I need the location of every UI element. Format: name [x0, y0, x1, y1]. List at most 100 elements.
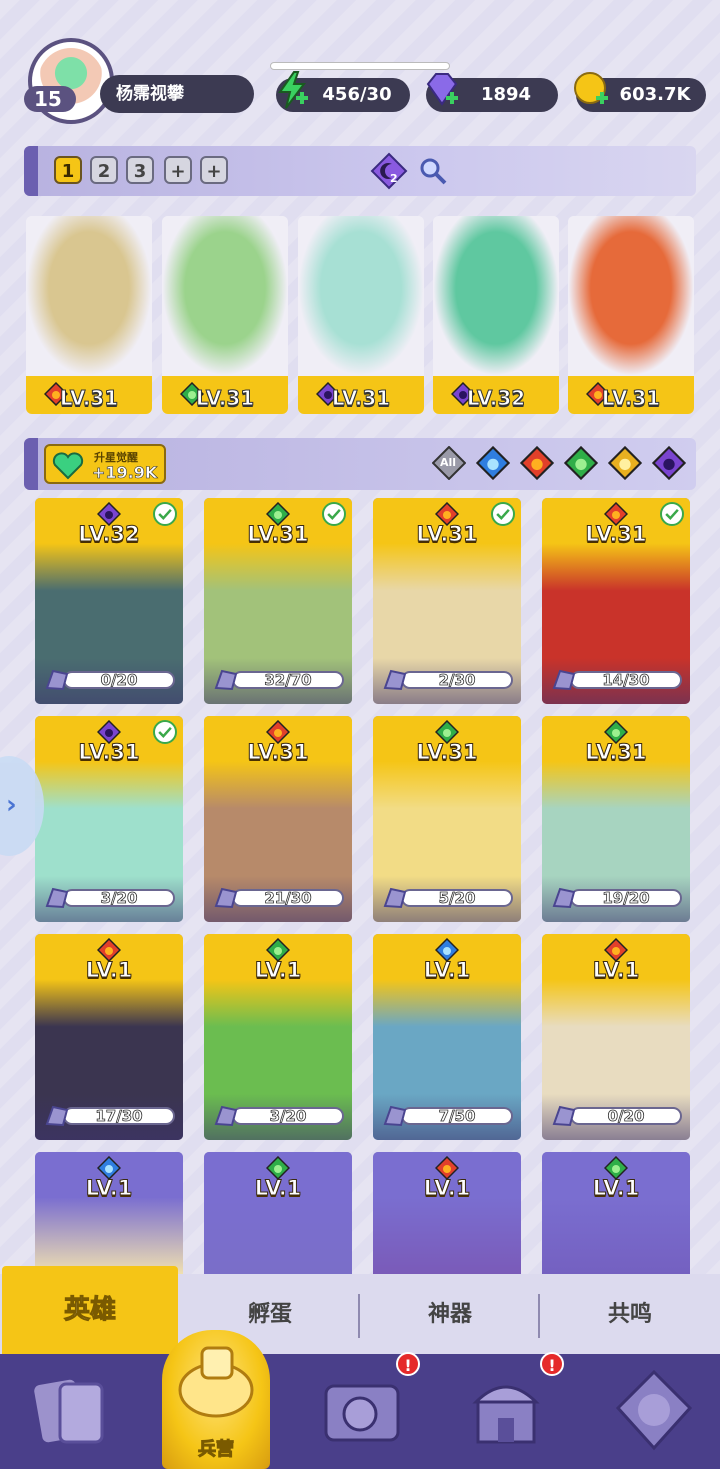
nav-barracks-label: 兵营 [198, 1439, 235, 1461]
light-element-icon [607, 445, 643, 481]
hero-level: LV.1 [423, 1176, 471, 1201]
filter-fire-button[interactable] [519, 445, 555, 481]
shard-progress: 3/20 [43, 886, 175, 910]
app-root: 15 杨霈视攀 456/30 1894 603.7K 1 2 3 + + 2 L… [0, 0, 720, 1469]
check-icon [496, 508, 510, 520]
shard-count: 32/70 [264, 671, 312, 690]
in-team-check-icon [153, 720, 177, 744]
filter-all-button[interactable]: All [431, 445, 467, 481]
tab-artifact[interactable]: 神器 [360, 1278, 540, 1352]
filter-nature-button[interactable] [563, 445, 599, 481]
team-tab-1[interactable]: 1 [54, 156, 82, 184]
nav-guild-button[interactable] [604, 1362, 704, 1462]
hero-card[interactable]: LV.1 0/20 [542, 934, 690, 1140]
hero-card[interactable]: LV.1 3/20 [204, 934, 352, 1140]
hero-card[interactable]: LV.31 14/30 [542, 498, 690, 704]
hero-card[interactable]: LV.31 32/70 [204, 498, 352, 704]
shard-progress: 32/70 [212, 668, 344, 692]
hero-card[interactable]: LV.31 3/20 [35, 716, 183, 922]
team-tab-3[interactable]: 3 [126, 156, 154, 184]
shard-count: 3/20 [100, 889, 138, 908]
star-awaken-button[interactable]: 升星觉醒 +19.9K [44, 444, 166, 484]
hero-portrait [568, 216, 694, 376]
filter-all-label: All [440, 456, 457, 469]
team-hero-card[interactable]: LV.31 [298, 216, 424, 414]
awaken-value: +19.9K [92, 463, 158, 483]
shard-progress: 17/30 [43, 1104, 175, 1128]
hero-level: LV.31 [601, 386, 661, 411]
dark-element-icon [651, 445, 687, 481]
shard-progress: 0/20 [43, 668, 175, 692]
filter-dark-button[interactable] [651, 445, 687, 481]
hero-portrait [26, 216, 152, 376]
hero-level: LV.31 [195, 386, 255, 411]
team-element-moon-icon[interactable] [370, 152, 408, 190]
team-strip-edge [24, 146, 38, 196]
nav-shop-button[interactable] [456, 1362, 556, 1462]
book-icon [324, 1384, 400, 1442]
team-add-button-1[interactable]: + [164, 156, 192, 184]
hero-level: LV.31 [59, 386, 119, 411]
shard-progress: 5/20 [381, 886, 513, 910]
shop-alert-badge: ! [540, 1352, 564, 1376]
shard-progress: 3/20 [212, 1104, 344, 1128]
heart-icon [52, 452, 84, 480]
barracks-icon [178, 1346, 254, 1418]
energy-plus-icon [278, 71, 308, 109]
hero-card[interactable]: LV.31 19/20 [542, 716, 690, 922]
check-icon [158, 508, 172, 520]
team-hero-card[interactable]: LV.31 [568, 216, 694, 414]
summon-alert-badge: ! [396, 1352, 420, 1376]
team-tab-2[interactable]: 2 [90, 156, 118, 184]
player-name[interactable]: 杨霈视攀 [100, 75, 254, 113]
nav-summon-button[interactable] [312, 1362, 412, 1462]
filter-water-button[interactable] [475, 445, 511, 481]
hero-portrait [298, 216, 424, 376]
shard-count: 21/30 [264, 889, 312, 908]
in-team-check-icon [491, 502, 515, 526]
shard-progress: 14/30 [550, 668, 682, 692]
chevron-right-icon: › [6, 790, 17, 820]
shard-count: 0/20 [100, 671, 138, 690]
filter-light-button[interactable] [607, 445, 643, 481]
hero-level: LV.1 [592, 1176, 640, 1201]
fire-element-icon [519, 445, 555, 481]
in-team-check-icon [153, 502, 177, 526]
hero-portrait [162, 216, 288, 376]
shard-progress: 0/20 [550, 1104, 682, 1128]
hero-level: LV.1 [254, 1176, 302, 1201]
team-add-button-2[interactable]: + [200, 156, 228, 184]
shard-count: 19/20 [602, 889, 650, 908]
shard-progress: 21/30 [212, 886, 344, 910]
shard-count: 3/20 [269, 1107, 307, 1126]
shard-progress: 19/20 [550, 886, 682, 910]
tab-resonance[interactable]: 共鸣 [540, 1278, 720, 1352]
hero-card[interactable]: LV.1 17/30 [35, 934, 183, 1140]
search-icon[interactable] [418, 156, 448, 186]
team-hero-card[interactable]: LV.31 [26, 216, 152, 414]
hero-card[interactable]: LV.31 2/30 [373, 498, 521, 704]
hero-level: LV.31 [331, 386, 391, 411]
gold-counter[interactable]: 603.7K [574, 72, 706, 112]
check-icon [665, 508, 679, 520]
check-icon [158, 726, 172, 738]
energy-counter[interactable]: 456/30 [276, 71, 410, 112]
hero-card[interactable]: LV.31 5/20 [373, 716, 521, 922]
nav-barracks-button[interactable]: 兵营 [162, 1330, 270, 1469]
hero-card[interactable]: LV.1 7/50 [373, 934, 521, 1140]
shard-count: 5/20 [438, 889, 476, 908]
nav-cards-button[interactable] [22, 1362, 122, 1462]
team-hero-card[interactable]: LV.32 [433, 216, 559, 414]
tab-heroes[interactable]: 英雄 [2, 1266, 178, 1354]
hero-level: LV.1 [592, 958, 640, 983]
team-hero-card[interactable]: LV.31 [162, 216, 288, 414]
hero-card[interactable]: LV.32 0/20 [35, 498, 183, 704]
shard-count: 2/30 [438, 671, 476, 690]
team-badge-count: 2 [390, 172, 398, 185]
shard-count: 7/50 [438, 1107, 476, 1126]
shard-count: 17/30 [95, 1107, 143, 1126]
hero-card[interactable]: LV.31 21/30 [204, 716, 352, 922]
gold-plus-icon [574, 72, 608, 104]
gem-counter[interactable]: 1894 [426, 73, 558, 112]
header-divider [270, 62, 450, 70]
